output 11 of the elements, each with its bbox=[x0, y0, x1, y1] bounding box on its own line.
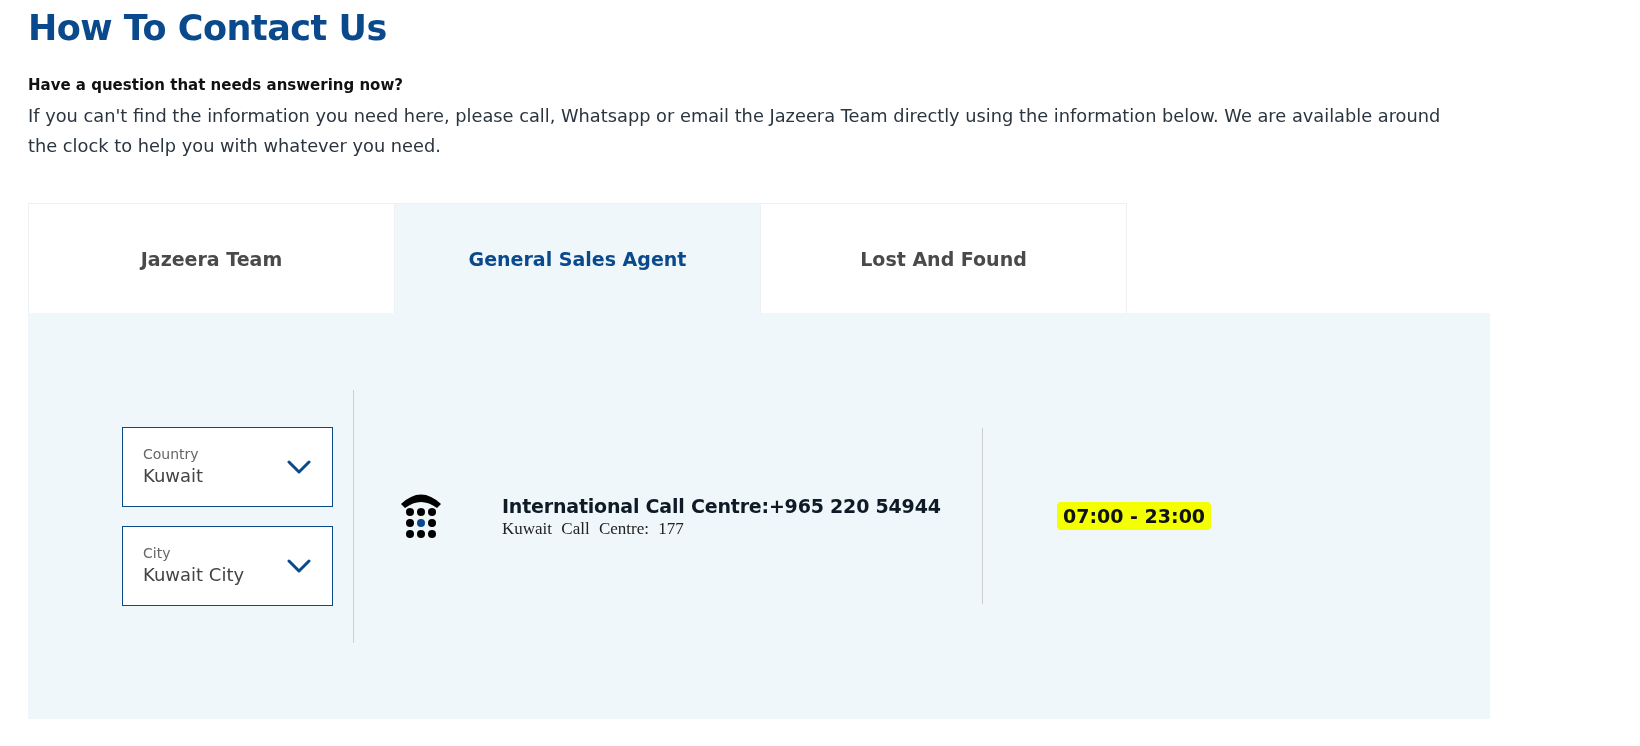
local-call-centre: Kuwait Call Centre: 177 bbox=[502, 519, 685, 539]
dropdown-field[interactable]: City Kuwait City bbox=[122, 525, 333, 606]
opening-hours: 07:00 - 23:00 bbox=[1057, 502, 1212, 530]
section-subtitle: Have a question that needs answering now? bbox=[28, 75, 403, 95]
chevron-down-icon bbox=[287, 459, 311, 474]
chevron-down-icon bbox=[287, 558, 311, 573]
dropdown-field[interactable]: Country Kuwait bbox=[122, 426, 333, 507]
call-centre-number: International Call Centre:+965 220 54944 bbox=[502, 494, 941, 519]
page-title: How To Contact Us bbox=[28, 7, 387, 50]
intro-paragraph: If you can't find the information you need here, please call, Whatsapp or email the Jazeera Team directly using the information below. We are available around the clock to help you with whatever you need. bbox=[28, 104, 1442, 158]
tab[interactable]: General Sales Agent bbox=[395, 204, 761, 313]
